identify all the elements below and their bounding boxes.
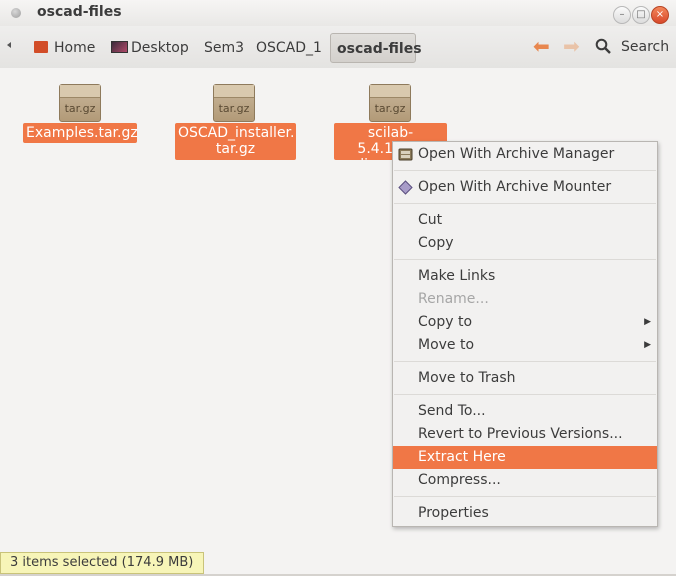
menu-separator — [394, 496, 656, 497]
submenu-arrow-icon: ▶ — [644, 317, 651, 327]
archive-mounter-icon — [398, 180, 413, 195]
archive-package-icon: tar.gz — [213, 84, 255, 122]
menu-item-label: Open With Archive Manager — [418, 146, 615, 162]
file-name: OSCAD_installer. tar.gz — [175, 123, 296, 160]
file-name: Examples.tar.gz — [23, 123, 138, 143]
menu-separator — [394, 259, 656, 260]
archive-manager-icon — [398, 148, 413, 161]
close-button[interactable]: × — [651, 6, 669, 24]
menu-separator — [394, 170, 656, 171]
archive-package-icon: tar.gz — [59, 84, 101, 122]
status-bar: 3 items selected (174.9 MB) — [0, 552, 204, 574]
menu-separator — [394, 394, 656, 395]
breadcrumb-oscad-files[interactable]: oscad-files — [330, 33, 422, 63]
menu-item-compress[interactable]: Compress... — [393, 469, 657, 492]
menu-item-revert-versions[interactable]: Revert to Previous Versions... — [393, 423, 657, 446]
desktop-folder-icon — [111, 41, 128, 53]
menu-item-label: Move to — [418, 337, 475, 353]
back-arrow-icon[interactable] — [7, 42, 11, 48]
title-bar: oscad-files – □ × — [0, 0, 676, 26]
toolbar: Home Desktop Sem3 OSCAD_1 oscad-files ⬅ … — [0, 26, 676, 69]
menu-item-move-to[interactable]: Move to ▶ — [393, 334, 657, 357]
home-folder-icon — [34, 41, 48, 53]
nav-back-arrow-icon[interactable]: ⬅ — [533, 36, 550, 56]
nav-forward-arrow-icon[interactable]: ➡ — [563, 36, 580, 56]
window-menu-icon[interactable] — [11, 8, 21, 18]
breadcrumb-desktop[interactable]: Desktop — [131, 33, 189, 63]
context-menu: Open With Archive Manager Open With Arch… — [392, 141, 658, 527]
minimize-button[interactable]: – — [613, 6, 631, 24]
file-type-label: tar.gz — [64, 102, 96, 115]
menu-item-open-archive-mounter[interactable]: Open With Archive Mounter — [393, 176, 657, 199]
window-title: oscad-files — [37, 4, 122, 20]
file-name-line1: OSCAD_installer. — [178, 125, 295, 141]
menu-item-open-archive-manager[interactable]: Open With Archive Manager — [393, 143, 657, 166]
menu-item-properties[interactable]: Properties — [393, 502, 657, 525]
menu-item-cut[interactable]: Cut — [393, 209, 657, 232]
menu-item-move-to-trash[interactable]: Move to Trash — [393, 367, 657, 390]
breadcrumb-sem3[interactable]: Sem3 — [204, 33, 244, 63]
maximize-button[interactable]: □ — [632, 6, 650, 24]
menu-item-send-to[interactable]: Send To... — [393, 400, 657, 423]
file-type-label: tar.gz — [374, 102, 406, 115]
menu-item-rename: Rename... — [418, 291, 489, 307]
menu-item-label: Copy to — [418, 314, 473, 330]
menu-separator — [394, 203, 656, 204]
submenu-arrow-icon: ▶ — [644, 340, 651, 350]
search-icon[interactable] — [595, 38, 611, 54]
file-name-line1: Examples.tar.gz — [26, 125, 138, 141]
file-name-line2: tar.gz — [215, 141, 256, 157]
menu-item-label: Open With Archive Mounter — [418, 179, 612, 195]
breadcrumb-home[interactable]: Home — [54, 33, 95, 63]
menu-item-copy[interactable]: Copy — [393, 232, 657, 255]
breadcrumb-oscad-1[interactable]: OSCAD_1 — [256, 33, 322, 63]
menu-item-extract-here[interactable]: Extract Here — [393, 446, 657, 469]
menu-separator — [394, 361, 656, 362]
file-type-label: tar.gz — [218, 102, 250, 115]
menu-item-copy-to[interactable]: Copy to ▶ — [393, 311, 657, 334]
menu-item-make-links[interactable]: Make Links — [393, 265, 657, 288]
search-label[interactable]: Search — [621, 39, 669, 55]
archive-package-icon: tar.gz — [369, 84, 411, 122]
